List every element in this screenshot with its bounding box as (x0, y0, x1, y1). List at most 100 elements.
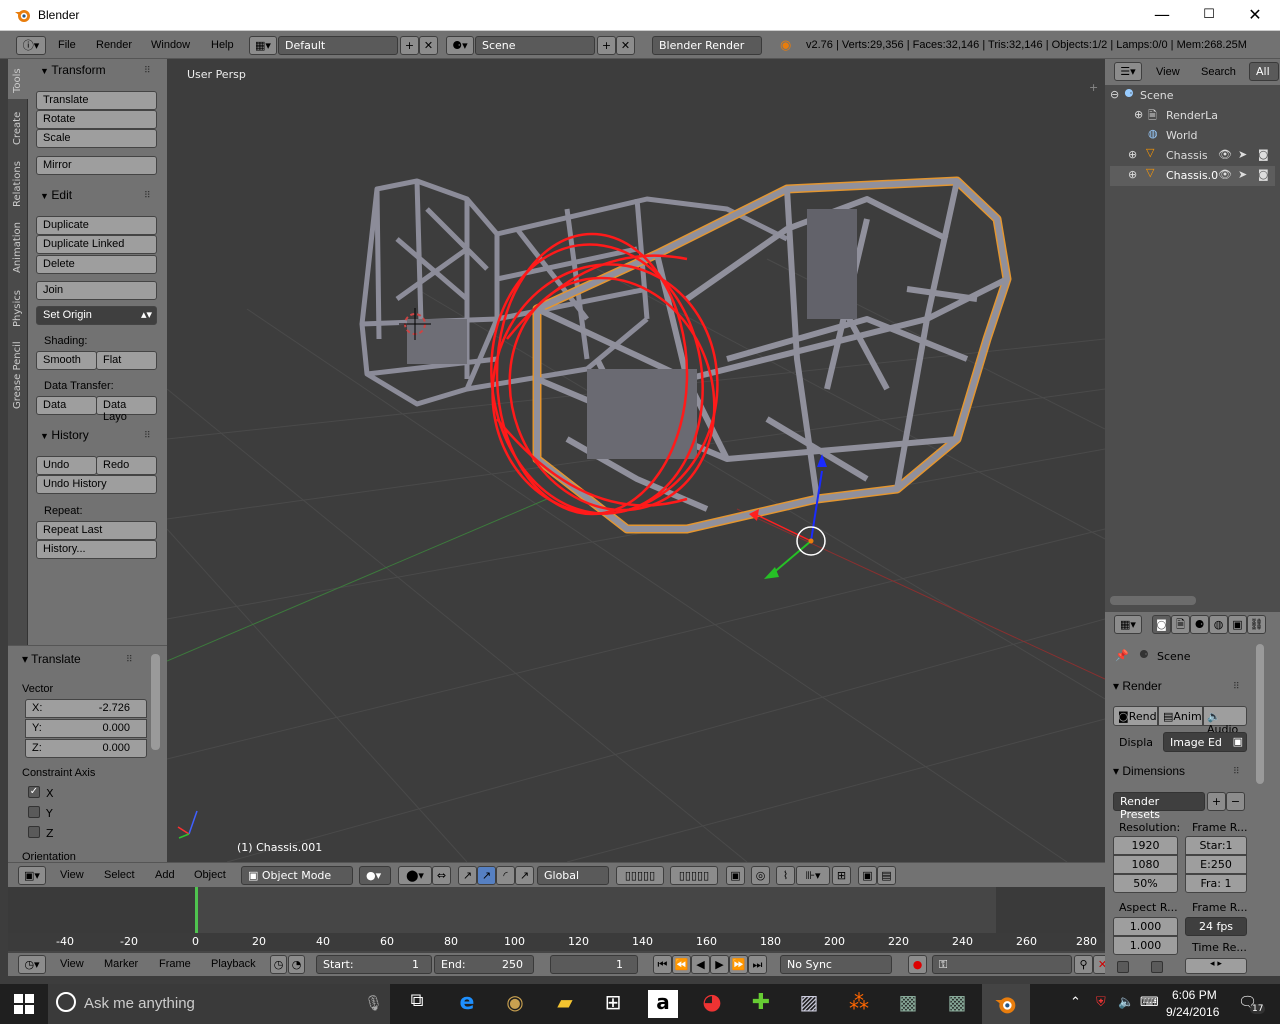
screen-layout-icon[interactable]: ▦▾ (249, 36, 277, 55)
outliner-search-menu[interactable]: Search (1201, 66, 1236, 78)
tray-keyboard-icon[interactable]: ⌨ (1140, 995, 1159, 1010)
photo-thumb-icon[interactable]: ▩ (893, 990, 923, 1018)
scale-button[interactable]: Scale (36, 129, 157, 148)
tab-tools[interactable]: Tools (8, 59, 28, 99)
lock-range-toggle[interactable]: ◔ (288, 955, 305, 974)
join-button[interactable]: Join (36, 281, 157, 300)
manipulator-scale[interactable]: ↗ (515, 866, 534, 885)
editor-type-button[interactable]: ▣▾ (18, 866, 46, 885)
panel-grip-icon[interactable]: ⠿ (1233, 682, 1241, 692)
tab-create[interactable]: Create (8, 103, 28, 149)
render-image-button[interactable]: ◙Rend (1113, 706, 1158, 726)
shade-flat-button[interactable]: Flat (96, 351, 157, 370)
scene-tab-icon[interactable]: ⚈ (1190, 615, 1209, 634)
remove-layout-button[interactable]: ✕ (419, 36, 438, 55)
data-layout-button[interactable]: Data Layo (96, 396, 157, 423)
object-menu[interactable]: Object (194, 869, 226, 881)
add-menu[interactable]: Add (155, 869, 175, 881)
record-button[interactable]: ● (908, 955, 927, 974)
tab-grease-pencil[interactable]: Grease Pencil (8, 335, 28, 411)
vector-y-field[interactable]: Y: 0.000 (25, 719, 147, 738)
task-view-icon[interactable]: ⧉ (402, 990, 432, 1018)
manipulator-translate-active[interactable]: ↗ (477, 866, 496, 885)
properties-editor-type-button[interactable]: ▦▾ (1114, 615, 1142, 634)
vector-x-field[interactable]: X: -2.726 (25, 699, 147, 718)
tab-physics[interactable]: Physics (8, 281, 28, 331)
operator-scrollbar[interactable] (151, 654, 160, 750)
add-scene-button[interactable]: + (597, 36, 616, 55)
select-arrow-icon[interactable]: ➤ (1238, 168, 1247, 181)
timeline-ruler[interactable]: -40 -20 0 20 40 60 80 100 120 140 160 18… (8, 933, 1105, 951)
dots-app-icon[interactable]: ⁂ (844, 990, 874, 1018)
timeline-marker-menu[interactable]: Marker (104, 958, 138, 970)
outliner-item-chassis[interactable]: ⊕ ▽ Chassis 👁 ➤ ◙ (1110, 146, 1275, 166)
timeline-playback-menu[interactable]: Playback (211, 958, 256, 970)
mirror-button[interactable]: Mirror (36, 156, 157, 175)
time-remap-field[interactable]: ◂ ▸ (1185, 958, 1247, 974)
viewport-canvas[interactable] (167, 59, 1105, 862)
panel-grip-icon[interactable]: ⠿ (126, 655, 134, 665)
outliner-item-scene[interactable]: ⊖ ⚈ Scene (1110, 86, 1275, 106)
frame-start-field[interactable]: Star:1 (1185, 836, 1247, 855)
render-camera-icon[interactable]: ◙ (1258, 168, 1269, 181)
history-button[interactable]: History... (36, 540, 157, 559)
vector-z-field[interactable]: Z: 0.000 (25, 739, 147, 758)
render-panel-header[interactable]: ▾ Render (1113, 679, 1162, 693)
keying-set-field[interactable]: ⚿ (932, 955, 1072, 974)
opengl-render-icon[interactable]: ▣ (858, 866, 877, 885)
tab-relations[interactable]: Relations (8, 153, 28, 211)
current-frame-field[interactable]: 1 (550, 955, 638, 974)
menu-window[interactable]: Window (151, 39, 190, 51)
history-panel-header[interactable]: History (40, 428, 88, 442)
start-frame-field[interactable]: Start: 1 (316, 955, 432, 974)
outliner-scrollbar[interactable] (1110, 596, 1196, 605)
outliner-editor-type-button[interactable]: ☰▾ (1114, 62, 1142, 81)
constraint-z-checkbox[interactable] (28, 826, 40, 838)
dimensions-panel-header[interactable]: ▾ Dimensions (1113, 764, 1185, 778)
layers-grid-1[interactable]: ▯▯▯▯▯ (616, 866, 664, 885)
redo-button[interactable]: Redo (96, 456, 157, 475)
menu-help[interactable]: Help (211, 39, 234, 51)
scene-field[interactable]: Scene (475, 36, 595, 55)
rotate-button[interactable]: Rotate (36, 110, 157, 129)
add-layout-button[interactable]: + (400, 36, 419, 55)
data-transfer-button[interactable]: Data (36, 396, 97, 415)
snap-element-select[interactable]: ⊪▾ (796, 866, 830, 885)
undo-history-button[interactable]: Undo History (36, 475, 157, 494)
operator-title[interactable]: ▾ Translate (22, 652, 81, 666)
preview-range-toggle[interactable]: ◷ (270, 955, 287, 974)
fps-select[interactable]: 24 fps (1185, 917, 1247, 936)
file-explorer-icon[interactable]: ▰ (550, 990, 580, 1018)
render-layers-tab-icon[interactable]: 🗎 (1171, 615, 1190, 634)
manipulator-toggle[interactable]: ⇔ (432, 866, 451, 885)
edge-browser-icon[interactable]: e (452, 990, 482, 1018)
properties-scrollbar[interactable] (1256, 644, 1264, 784)
outliner-item-world[interactable]: ◍ World (1110, 126, 1275, 146)
remove-preset-button[interactable]: − (1226, 792, 1245, 811)
panel-grip-icon[interactable]: ⠿ (144, 431, 152, 441)
viewport-expand-icon[interactable]: + (1089, 81, 1098, 94)
panel-grip-icon[interactable]: ⠿ (144, 191, 152, 201)
timeline-frame-menu[interactable]: Frame (159, 958, 191, 970)
frame-end-field[interactable]: E:250 (1185, 855, 1247, 874)
manipulator-translate[interactable]: ↗ (458, 866, 477, 885)
insert-keyframe-icon[interactable]: ⚲ (1074, 955, 1093, 974)
taskbar-date[interactable]: 9/24/2016 (1166, 1005, 1219, 1019)
screen-layout-field[interactable]: Default (278, 36, 398, 55)
duplicate-linked-button[interactable]: Duplicate Linked (36, 235, 157, 254)
select-menu[interactable]: Select (104, 869, 135, 881)
outliner-filter-select[interactable]: All (1249, 62, 1279, 81)
play-button[interactable]: ▶ (710, 955, 729, 974)
crop-checkbox[interactable] (1151, 961, 1163, 973)
proportional-edit-icon[interactable]: ◎ (751, 866, 770, 885)
render-camera-icon[interactable]: ◙ (1258, 148, 1269, 161)
constraint-y-checkbox[interactable] (28, 806, 40, 818)
media-app-icon[interactable]: ◉ (500, 990, 530, 1018)
taskbar-time[interactable]: 6:06 PM (1172, 988, 1217, 1002)
outliner-view-menu[interactable]: View (1156, 66, 1180, 78)
amazon-icon[interactable]: a (648, 990, 678, 1018)
constraints-tab-icon[interactable]: ⛓ (1247, 615, 1266, 634)
panel-grip-icon[interactable]: ⠿ (1233, 767, 1241, 777)
resolution-percentage-field[interactable]: 50% (1113, 874, 1178, 893)
green-app-icon[interactable]: ✚ (746, 990, 776, 1018)
